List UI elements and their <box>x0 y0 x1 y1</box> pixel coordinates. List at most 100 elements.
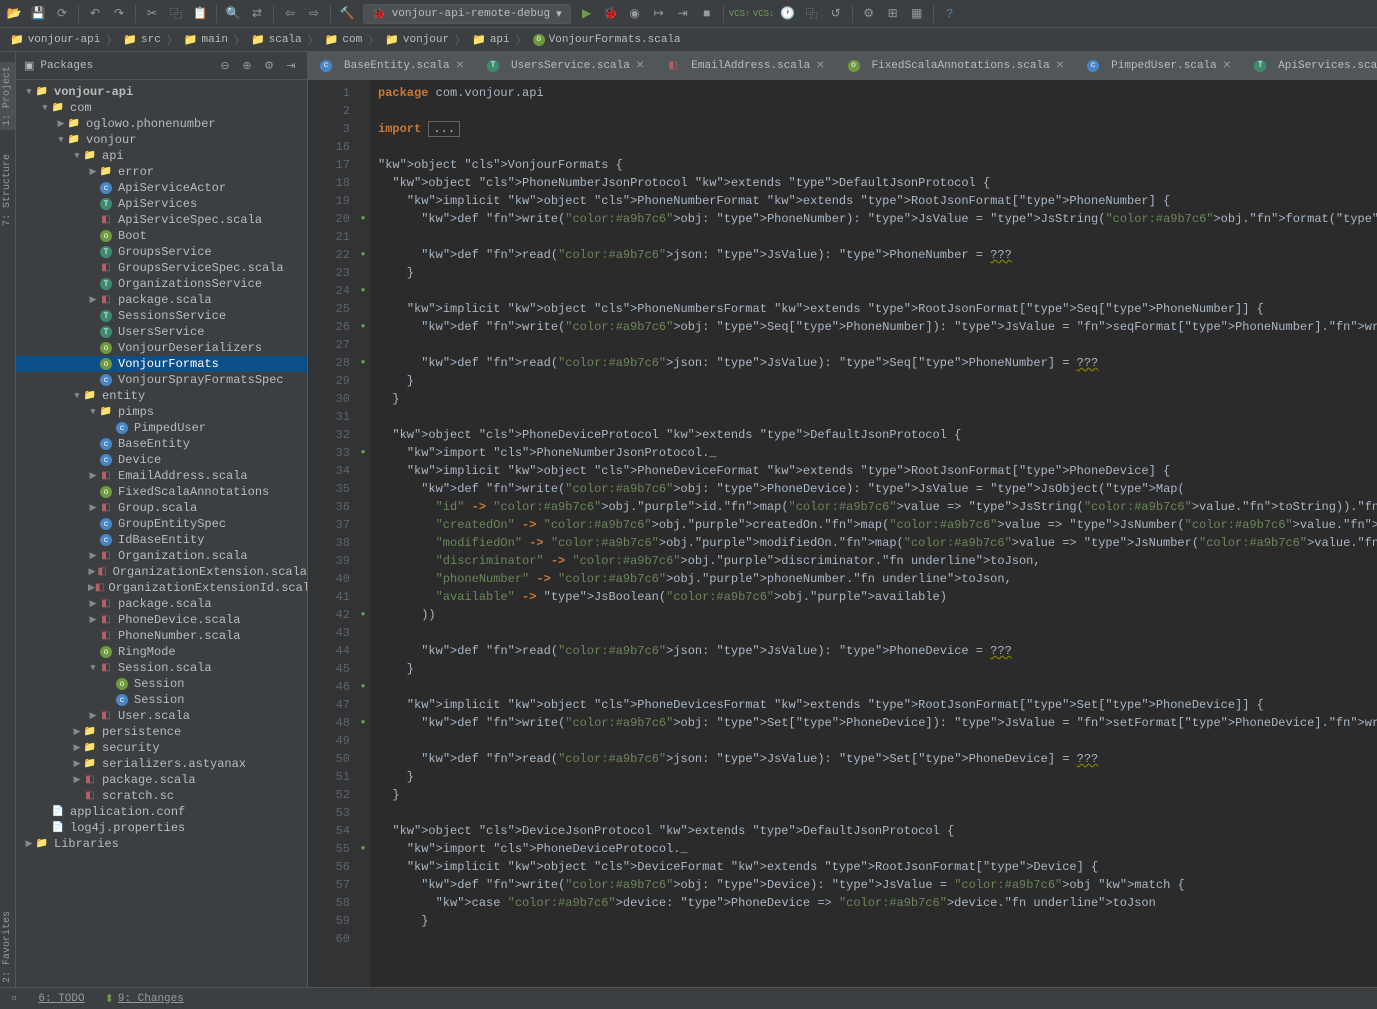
tree-node[interactable]: ▶📁Libraries <box>16 836 307 852</box>
gear-icon[interactable]: ⚙ <box>261 58 277 74</box>
tree-node[interactable]: ▼📁vonjour-api <box>16 84 307 100</box>
tree-node[interactable]: ▼📁com <box>16 100 307 116</box>
refresh-icon[interactable]: ⟳ <box>54 6 70 22</box>
run-icon[interactable]: ▶ <box>579 6 595 22</box>
editor-tab[interactable]: TUsersService.scala× <box>475 52 655 79</box>
hide-icon[interactable]: ⇥ <box>283 58 299 74</box>
tree-node[interactable]: cIdBaseEntity <box>16 532 307 548</box>
tree-node[interactable]: ▶◧package.scala <box>16 772 307 788</box>
tree-node[interactable]: ◧scratch.sc <box>16 788 307 804</box>
tree-node[interactable]: oSession <box>16 676 307 692</box>
close-icon[interactable]: × <box>816 58 824 74</box>
toggle-tools-icon[interactable]: ▫ <box>10 991 18 1007</box>
tree-node[interactable]: cSession <box>16 692 307 708</box>
tree-node[interactable]: ▼📁vonjour <box>16 132 307 148</box>
crumb-com[interactable]: 📁com <box>321 31 367 49</box>
tree-node[interactable]: ▶◧Group.scala <box>16 500 307 516</box>
crumb-api[interactable]: 📁api <box>468 31 514 49</box>
tree-node[interactable]: ▼◧Session.scala <box>16 660 307 676</box>
code-editor[interactable]: 1231617181920212223242526272829303132333… <box>308 80 1377 987</box>
attach-icon[interactable]: ⇥ <box>675 6 691 22</box>
build-icon[interactable]: 🔨 <box>339 6 355 22</box>
save-icon[interactable]: 💾 <box>30 6 46 22</box>
tree-node[interactable]: TUsersService <box>16 324 307 340</box>
tab-favorites[interactable]: 2: Favorites <box>0 907 15 987</box>
replace-icon[interactable]: ⇄ <box>249 6 265 22</box>
tree-node[interactable]: ◧ApiServiceSpec.scala <box>16 212 307 228</box>
crumb-scala[interactable]: 📁scala <box>247 31 306 49</box>
tab-structure[interactable]: 7: Structure <box>0 150 15 230</box>
compare-icon[interactable]: ⿻ <box>804 6 820 22</box>
crumb-root[interactable]: 📁vonjour-api <box>6 31 104 49</box>
tree-node[interactable]: cVonjourSprayFormatsSpec <box>16 372 307 388</box>
stop-icon[interactable]: ■ <box>699 6 715 22</box>
find-icon[interactable]: 🔍 <box>225 6 241 22</box>
editor-tab[interactable]: cPimpedUser.scala× <box>1075 52 1242 79</box>
copy-icon[interactable]: ⿻ <box>168 6 184 22</box>
tree-node[interactable]: ▶📁error <box>16 164 307 180</box>
tree-node[interactable]: cGroupEntitySpec <box>16 516 307 532</box>
tree-node[interactable]: oBoot <box>16 228 307 244</box>
coverage-icon[interactable]: ◉ <box>627 6 643 22</box>
todo-button[interactable]: 6: TODO <box>38 993 84 1005</box>
vcs-up-icon[interactable]: VCS↑ <box>732 6 748 22</box>
tree-node[interactable]: TApiServices <box>16 196 307 212</box>
tree-node[interactable]: ▼📁entity <box>16 388 307 404</box>
tree-node[interactable]: cApiServiceActor <box>16 180 307 196</box>
tree-node[interactable]: ▼📁api <box>16 148 307 164</box>
tree-node[interactable]: cPimpedUser <box>16 420 307 436</box>
tree-node[interactable]: oVonjourDeserializers <box>16 340 307 356</box>
tree-node[interactable]: 📄application.conf <box>16 804 307 820</box>
code-content[interactable]: package com.vonjour.api import ... "kw">… <box>370 80 1377 987</box>
debug-icon[interactable]: 🐞 <box>603 6 619 22</box>
run-configuration-dropdown[interactable]: 🐞 vonjour-api-remote-debug ▾ <box>363 4 571 24</box>
tree-node[interactable]: ▶◧Organization.scala <box>16 548 307 564</box>
tree-node[interactable]: ▶📁oglowo.phonenumber <box>16 116 307 132</box>
tree-node[interactable]: ▶📁persistence <box>16 724 307 740</box>
crumb-main[interactable]: 📁main <box>180 31 232 49</box>
step-icon[interactable]: ↦ <box>651 6 667 22</box>
tab-project[interactable]: 1: Project <box>0 62 15 130</box>
close-icon[interactable]: × <box>636 58 644 74</box>
editor-tab[interactable]: TApiServices.scala× <box>1242 52 1377 79</box>
help-icon[interactable]: ? <box>942 6 958 22</box>
back-icon[interactable]: ⇦ <box>282 6 298 22</box>
open-icon[interactable]: 📂 <box>6 6 22 22</box>
tree-node[interactable]: ▶◧package.scala <box>16 292 307 308</box>
tree-node[interactable]: ▶◧OrganizationExtension.scala <box>16 564 307 580</box>
redo-icon[interactable]: ↷ <box>111 6 127 22</box>
tree-node[interactable]: TOrganizationsService <box>16 276 307 292</box>
editor-tab[interactable]: ◧EmailAddress.scala× <box>655 52 835 79</box>
tree-node[interactable]: 📄log4j.properties <box>16 820 307 836</box>
cut-icon[interactable]: ✂ <box>144 6 160 22</box>
vcs-down-icon[interactable]: VCS↓ <box>756 6 772 22</box>
close-icon[interactable]: × <box>1056 58 1064 74</box>
tree-node[interactable]: ▼📁pimps <box>16 404 307 420</box>
tree-node[interactable]: ▶◧User.scala <box>16 708 307 724</box>
tree-node[interactable]: TGroupsService <box>16 244 307 260</box>
changes-button[interactable]: ⬍9: Changes <box>105 992 184 1006</box>
tree-node[interactable]: ▶◧PhoneDevice.scala <box>16 612 307 628</box>
close-icon[interactable]: × <box>1223 58 1231 74</box>
tree-node[interactable]: ▶📁serializers.astyanax <box>16 756 307 772</box>
close-icon[interactable]: × <box>456 58 464 74</box>
undo-icon[interactable]: ↶ <box>87 6 103 22</box>
collapse-icon[interactable]: ⊖ <box>217 58 233 74</box>
tree-node[interactable]: oRingMode <box>16 644 307 660</box>
tree-node[interactable]: TSessionsService <box>16 308 307 324</box>
history-icon[interactable]: 🕐 <box>780 6 796 22</box>
sdk-icon[interactable]: ⊞ <box>885 6 901 22</box>
structure-icon[interactable]: ▦ <box>909 6 925 22</box>
forward-icon[interactable]: ⇨ <box>306 6 322 22</box>
target-icon[interactable]: ⊕ <box>239 58 255 74</box>
tree-node[interactable]: ▶◧EmailAddress.scala <box>16 468 307 484</box>
crumb-vonjour[interactable]: 📁vonjour <box>381 31 453 49</box>
tree-node[interactable]: ▶📁security <box>16 740 307 756</box>
tree-node[interactable]: ▶◧package.scala <box>16 596 307 612</box>
paste-icon[interactable]: 📋 <box>192 6 208 22</box>
tree-node[interactable]: oFixedScalaAnnotations <box>16 484 307 500</box>
editor-tab[interactable]: oFixedScalaAnnotations.scala× <box>836 52 1076 79</box>
tree-node[interactable]: ▶◧OrganizationExtensionId.scala <box>16 580 307 596</box>
tree-node[interactable]: ◧GroupsServiceSpec.scala <box>16 260 307 276</box>
tree-node[interactable]: cDevice <box>16 452 307 468</box>
